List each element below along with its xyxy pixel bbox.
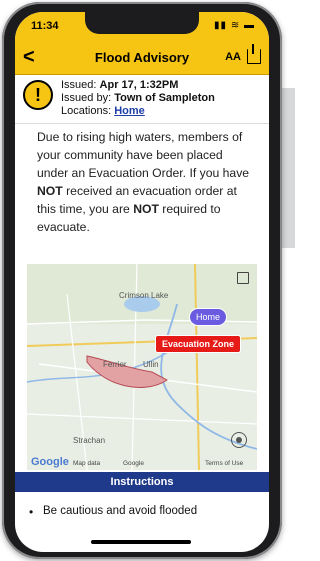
evacuation-zone-label[interactable]: Evacuation Zone: [155, 335, 242, 353]
share-icon[interactable]: [247, 44, 261, 64]
locations-row: Locations: Home: [61, 105, 215, 118]
terms-link[interactable]: Terms of Use: [205, 460, 243, 467]
message-part-1: Due to rising high waters, members of yo…: [37, 130, 250, 180]
map-google-text: Google: [123, 460, 144, 467]
expand-map-icon[interactable]: [237, 272, 249, 284]
map-label-strachan: Strachan: [73, 436, 106, 445]
evacuation-map[interactable]: Crimson Lake Ferrier Ullin Strachan Home…: [27, 264, 257, 470]
map-label-ferrier: Ferrier: [103, 360, 127, 369]
advisory-message: Due to rising high waters, members of yo…: [37, 128, 251, 236]
notch: [85, 12, 199, 34]
advisory-details: Issued: Apr 17, 1:32PM Issued by: Town o…: [61, 79, 215, 118]
warning-icon: !: [23, 80, 53, 110]
phone-frame: 11:34 ▮▮ ≋ ▬ < Flood Advisory AA ! Issue…: [2, 2, 282, 559]
status-bar: 11:34 ▮▮ ≋ ▬: [15, 12, 269, 42]
advisory-info: ! Issued: Apr 17, 1:32PM Issued by: Town…: [15, 75, 269, 124]
home-indicator[interactable]: [91, 540, 191, 544]
message-not-2: NOT: [133, 202, 159, 216]
nav-bar: < Flood Advisory AA: [15, 42, 269, 75]
status-time: 11:34: [31, 20, 59, 32]
issued-row: Issued: Apr 17, 1:32PM: [61, 79, 215, 92]
phone-screen: 11:34 ▮▮ ≋ ▬ < Flood Advisory AA ! Issue…: [15, 12, 269, 552]
instructions-header: Instructions: [15, 472, 269, 492]
google-logo: Google: [31, 456, 69, 468]
message-not-1: NOT: [37, 184, 63, 198]
instruction-item: Be cautious and avoid flooded: [29, 505, 197, 519]
locate-me-icon[interactable]: [231, 432, 247, 448]
home-pin[interactable]: Home: [189, 308, 228, 326]
status-icons: ▮▮ ≋ ▬: [214, 20, 255, 31]
issued-value: Apr 17, 1:32PM: [99, 79, 179, 91]
text-size-button[interactable]: AA: [225, 51, 241, 63]
map-footer: Google Map data Google Terms of Use: [27, 456, 257, 470]
issued-by-label: Issued by:: [61, 92, 112, 104]
issued-by-row: Issued by: Town of Sampleton: [61, 92, 215, 105]
issued-label: Issued:: [61, 79, 97, 91]
issued-by-value: Town of Sampleton: [114, 92, 215, 104]
map-label-ullin: Ullin: [143, 360, 159, 369]
map-label-crimson-lake: Crimson Lake: [119, 291, 169, 300]
map-data-text: Map data: [73, 460, 101, 467]
locations-label: Locations:: [61, 105, 112, 117]
locations-link[interactable]: Home: [114, 105, 145, 117]
